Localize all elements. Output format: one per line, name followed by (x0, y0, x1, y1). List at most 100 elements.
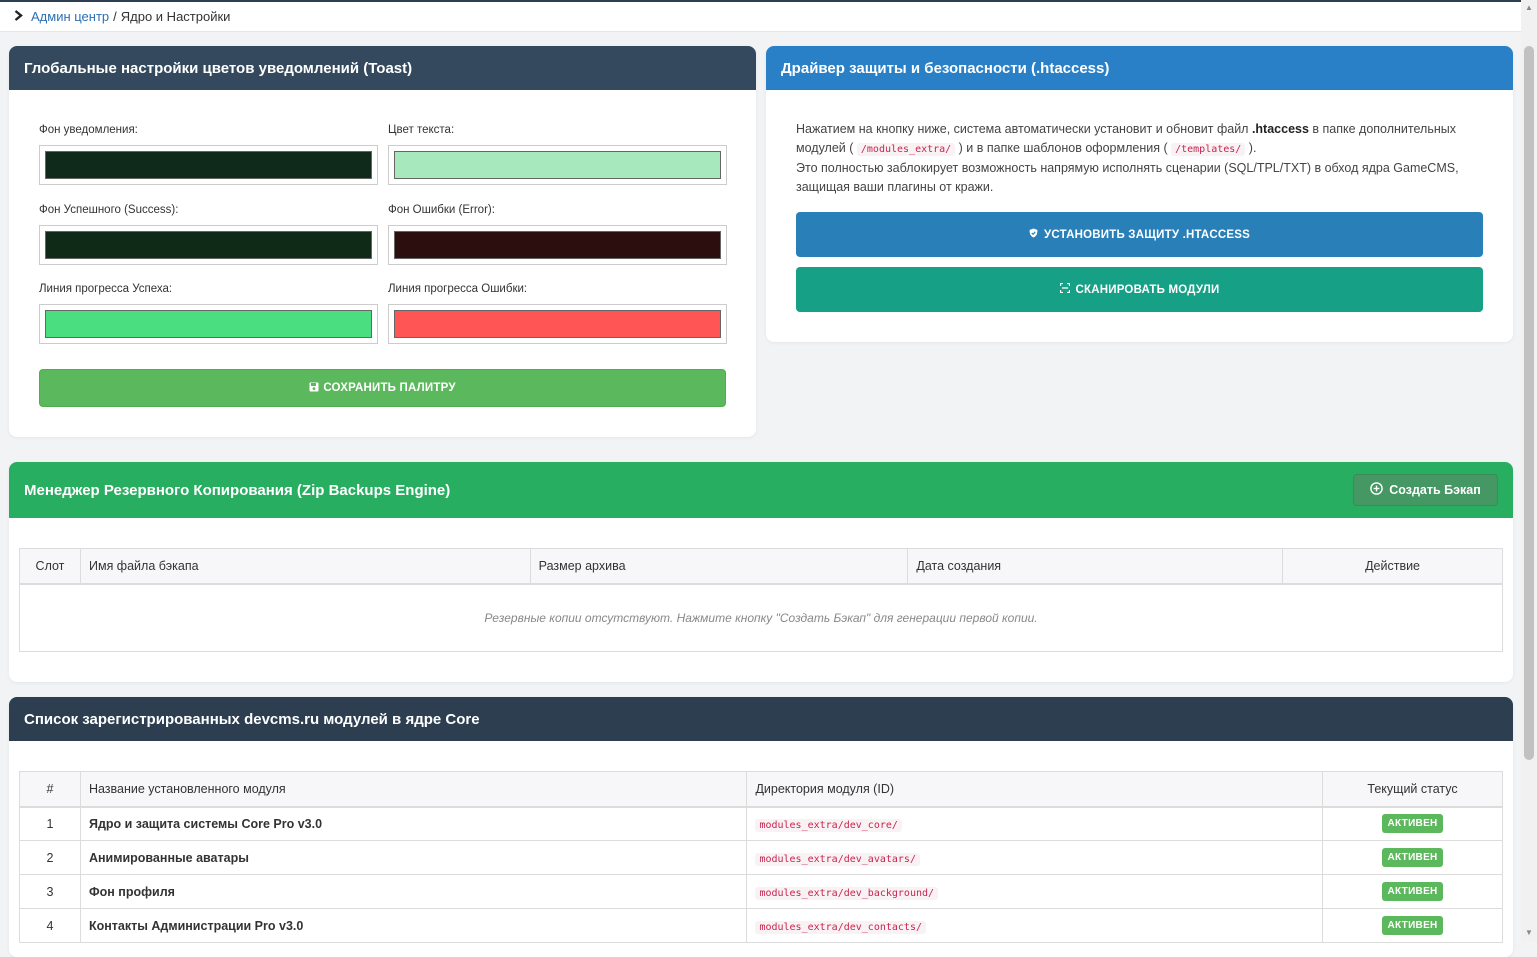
backup-table: Слот Имя файла бэкапа Размер архива Дата… (19, 548, 1503, 652)
table-row: 1 Ядро и защита системы Core Pro v3.0 mo… (19, 806, 1503, 841)
field-label: Линия прогресса Ошибки: (388, 283, 528, 295)
plus-circle-icon (1370, 482, 1384, 498)
htaccess-card: Драйвер защиты и безопасности (.htaccess… (766, 46, 1513, 342)
module-dir: modules_extra/dev_contacts/ (755, 920, 926, 934)
col-filename: Имя файла бэкапа (79, 548, 531, 585)
breadcrumb: Админ центр / Ядро и Настройки (0, 0, 1521, 32)
field-label: Фон уведомления: (39, 124, 138, 136)
color-swatch (394, 231, 721, 259)
desc-text: Это полностью заблокирует возможность на… (796, 161, 1459, 194)
table-row: 2 Анимированные аватары modules_extra/de… (19, 840, 1503, 875)
error-bg-color-input[interactable] (388, 225, 727, 265)
error-bg-field: Фон Ошибки (Error): (388, 204, 727, 265)
module-name: Фон профиля (79, 874, 748, 909)
backup-manager-card: Менеджер Резервного Копирования (Zip Bac… (9, 462, 1513, 682)
status-badge: АКТИВЕН (1382, 882, 1443, 901)
status-cell: АКТИВЕН (1322, 806, 1503, 841)
module-name: Анимированные аватары (79, 840, 748, 875)
success-progress-color-input[interactable] (39, 304, 378, 344)
col-action: Действие (1282, 548, 1503, 585)
field-label: Линия прогресса Успеха: (39, 283, 173, 295)
install-htaccess-button[interactable]: УСТАНОВИТЬ ЗАЩИТУ .HTACCESS (796, 212, 1483, 257)
col-status: Текущий статус (1322, 771, 1503, 808)
module-name: Контакты Администрации Pro v3.0 (79, 908, 748, 943)
table-header-row: Слот Имя файла бэкапа Размер архива Дата… (19, 548, 1503, 585)
modules-list-card: Список зарегистрированных devcms.ru моду… (9, 697, 1513, 957)
field-label: Цвет текста: (388, 124, 455, 136)
color-swatch (45, 310, 372, 338)
toast-bg-field: Фон уведомления: (39, 124, 378, 185)
shield-icon (1029, 228, 1038, 241)
chevron-right-icon (14, 9, 23, 24)
desc-bold: .htaccess (1251, 122, 1309, 136)
status-cell: АКТИВЕН (1322, 840, 1503, 875)
modules-card-title: Список зарегистрированных devcms.ru моду… (9, 697, 1513, 741)
module-dir-cell: modules_extra/dev_avatars/ (746, 840, 1324, 875)
desc-text: ). (1245, 141, 1257, 155)
row-number: 4 (19, 908, 81, 943)
text-color-input[interactable] (388, 145, 727, 185)
status-badge: АКТИВЕН (1382, 848, 1443, 867)
text-color-field: Цвет текста: (388, 124, 727, 185)
status-badge: АКТИВЕН (1382, 916, 1443, 935)
htaccess-description: Нажатием на кнопку ниже, система автомат… (796, 120, 1486, 197)
status-cell: АКТИВЕН (1322, 908, 1503, 943)
install-htaccess-label: УСТАНОВИТЬ ЗАЩИТУ .HTACCESS (1044, 228, 1250, 241)
module-dir-cell: modules_extra/dev_background/ (746, 874, 1324, 909)
field-label: Фон Ошибки (Error): (388, 204, 495, 216)
module-dir: modules_extra/dev_background/ (755, 886, 939, 900)
color-swatch (45, 151, 372, 179)
success-bg-color-input[interactable] (39, 225, 378, 265)
module-name: Ядро и защита системы Core Pro v3.0 (79, 806, 748, 841)
create-backup-button[interactable]: Создать Бэкап (1353, 474, 1498, 506)
scrollbar-thumb[interactable] (1524, 46, 1534, 760)
save-palette-button[interactable]: СОХРАНИТЬ ПАЛИТРУ (39, 369, 726, 407)
htaccess-card-title: Драйвер защиты и безопасности (.htaccess… (766, 46, 1513, 90)
save-palette-label: СОХРАНИТЬ ПАЛИТРУ (323, 382, 456, 394)
row-number: 2 (19, 840, 81, 875)
toast-bg-color-input[interactable] (39, 145, 378, 185)
module-dir-cell: modules_extra/dev_contacts/ (746, 908, 1324, 943)
modules-table: # Название установленного модуля Директо… (19, 771, 1503, 943)
field-label: Фон Успешного (Success): (39, 204, 179, 216)
table-row: Резервные копии отсутствуют. Нажмите кно… (19, 583, 1503, 652)
scroll-down-icon[interactable]: ▼ (1521, 925, 1537, 941)
toast-settings-card: Глобальные настройки цветов уведомлений … (9, 46, 756, 437)
success-bg-field: Фон Успешного (Success): (39, 204, 378, 265)
breadcrumb-current: Ядро и Настройки (120, 9, 231, 24)
floppy-icon (309, 382, 319, 395)
code-templates: /templates/ (1171, 143, 1246, 156)
col-slot: Слот (19, 548, 81, 585)
scroll-up-icon[interactable]: ▲ (1521, 0, 1537, 16)
color-swatch (45, 231, 372, 259)
page-scrollbar[interactable]: ▲ ▼ (1521, 0, 1537, 941)
col-number: # (19, 771, 81, 808)
module-dir-cell: modules_extra/dev_core/ (746, 806, 1324, 841)
col-module-dir: Директория модуля (ID) (746, 771, 1324, 808)
col-date: Дата создания (907, 548, 1284, 585)
module-dir: modules_extra/dev_avatars/ (755, 852, 920, 866)
color-swatch (394, 151, 721, 179)
error-progress-color-input[interactable] (388, 304, 727, 344)
toast-card-title: Глобальные настройки цветов уведомлений … (9, 46, 756, 90)
scan-modules-button[interactable]: СКАНИРОВАТЬ МОДУЛИ (796, 267, 1483, 312)
breadcrumb-link-admin[interactable]: Админ центр (31, 9, 109, 24)
status-cell: АКТИВЕН (1322, 874, 1503, 909)
desc-text: ) и в папке шаблонов оформления ( (955, 141, 1172, 155)
table-header-row: # Название установленного модуля Директо… (19, 771, 1503, 808)
code-modules-extra: /modules_extra/ (856, 143, 956, 156)
error-progress-field: Линия прогресса Ошибки: (388, 283, 727, 344)
desc-text: Нажатием на кнопку ниже, система автомат… (796, 122, 1252, 136)
module-dir: modules_extra/dev_core/ (755, 818, 902, 832)
success-progress-field: Линия прогресса Успеха: (39, 283, 378, 344)
scan-icon (1059, 282, 1070, 296)
col-size: Размер архива (529, 548, 909, 585)
backup-card-header: Менеджер Резервного Копирования (Zip Bac… (9, 462, 1513, 518)
scan-modules-label: СКАНИРОВАТЬ МОДУЛИ (1075, 283, 1220, 296)
status-badge: АКТИВЕН (1382, 814, 1443, 834)
col-module-name: Название установленного модуля (79, 771, 748, 808)
empty-backups-message: Резервные копии отсутствуют. Нажмите кно… (19, 583, 1503, 652)
backup-card-title: Менеджер Резервного Копирования (Zip Bac… (24, 481, 451, 499)
table-row: 3 Фон профиля modules_extra/dev_backgrou… (19, 874, 1503, 909)
create-backup-label: Создать Бэкап (1389, 483, 1481, 497)
